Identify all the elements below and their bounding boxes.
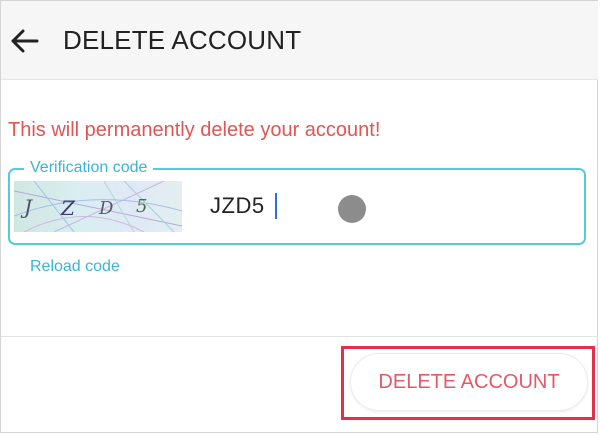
captcha-char: 5: [136, 196, 147, 217]
reload-code-link[interactable]: Reload code: [30, 258, 120, 276]
delete-account-button[interactable]: DELETE ACCOUNT: [350, 353, 588, 411]
warning-message: This will permanently delete your accoun…: [8, 119, 381, 141]
verification-code-input[interactable]: [210, 190, 330, 222]
captcha-image: J Z D 5: [14, 181, 182, 232]
back-arrow-icon[interactable]: [9, 23, 41, 59]
text-cursor: [275, 193, 277, 219]
page-title: DELETE ACCOUNT: [63, 25, 302, 55]
captcha-char: Z: [60, 196, 76, 220]
verification-code-label: Verification code: [24, 159, 154, 177]
divider: [1, 336, 598, 337]
top-app-bar: DELETE ACCOUNT: [1, 1, 598, 80]
captcha-char: D: [98, 198, 114, 219]
touch-indicator-dot: [338, 195, 366, 223]
